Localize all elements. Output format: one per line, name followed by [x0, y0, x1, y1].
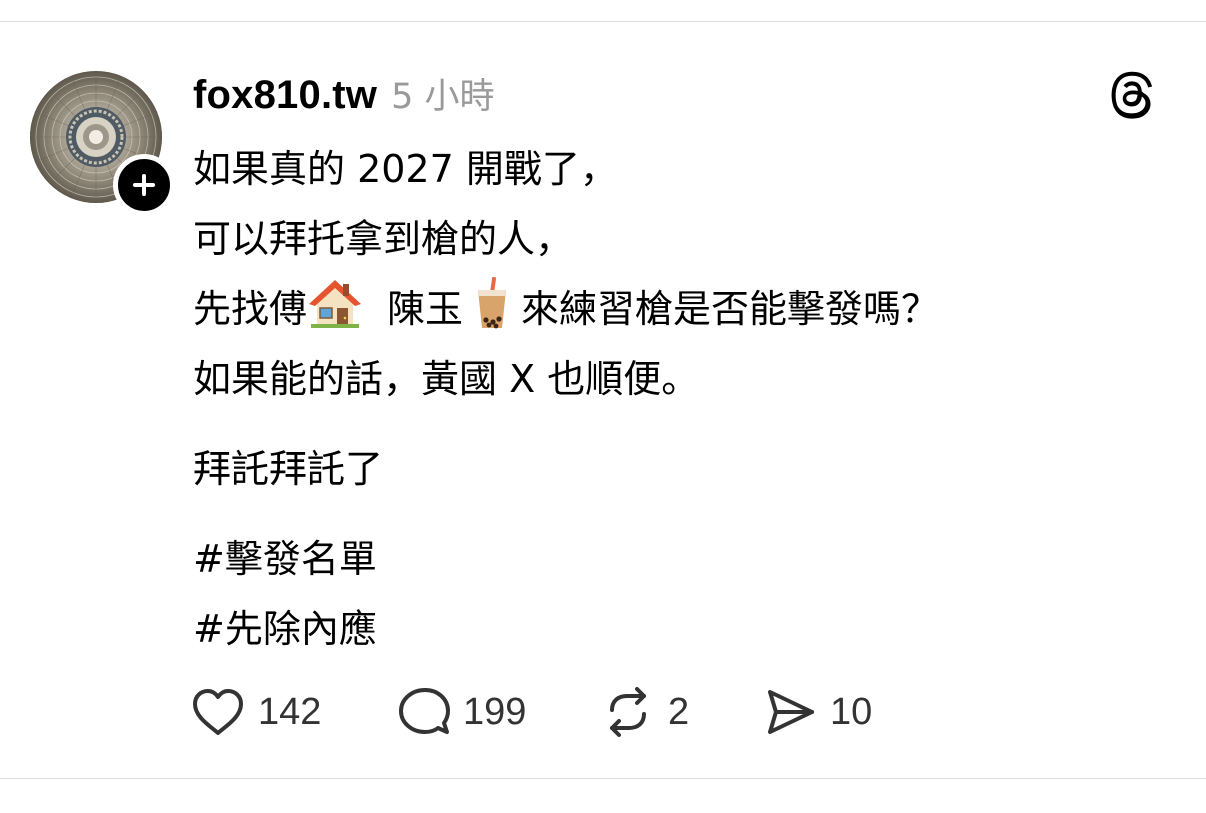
post-line-3-part-3: 來練習槍是否能擊發嗎？ — [521, 287, 940, 331]
post-line-3-part-2: 陳玉 — [387, 287, 464, 331]
reply-button[interactable]: 199 — [395, 686, 600, 738]
thread-post: fox810.tw 5 小時 如果真的 2027 開戰了， 可以拜托拿到槍的人，… — [0, 22, 1206, 778]
like-button[interactable]: 142 — [190, 686, 395, 738]
send-icon — [768, 690, 814, 734]
post-line-1: 如果真的 2027 開戰了， — [193, 147, 618, 191]
comment-bubble-icon — [399, 688, 450, 734]
repost-button[interactable]: 2 — [600, 686, 762, 738]
avatar-container[interactable] — [30, 71, 175, 216]
username-link[interactable]: fox810.tw — [193, 73, 377, 118]
hashtag-2[interactable]: #先除內應 — [193, 594, 1153, 664]
bottom-divider — [0, 778, 1206, 779]
follow-button[interactable] — [113, 154, 175, 216]
share-count: 10 — [830, 690, 873, 733]
bubble-tea-emoji — [478, 276, 507, 329]
post-line-5: 拜託拜託了 — [193, 447, 384, 491]
like-count: 142 — [258, 690, 322, 733]
repost-count: 2 — [668, 690, 690, 733]
house-emoji — [309, 280, 362, 328]
post-line-3-part-1: 先找傅 — [193, 287, 308, 331]
heart-icon — [193, 689, 243, 735]
post-timestamp: 5 小時 — [391, 77, 495, 117]
post-line-3: 先找傅 陳玉 來練習槍是否能擊發嗎？ — [193, 274, 1153, 344]
post-body: 如果真的 2027 開戰了， 可以拜托拿到槍的人， 先找傅 陳玉 來練習槍是否能… — [193, 134, 1153, 664]
share-button[interactable]: 10 — [762, 686, 902, 738]
post-actions: 142 199 2 10 — [190, 686, 902, 738]
repost-icon — [610, 687, 646, 737]
reply-count: 199 — [463, 690, 527, 733]
post-line-2: 可以拜托拿到槍的人， — [193, 217, 574, 261]
hashtag-1[interactable]: #擊發名單 — [193, 524, 1153, 594]
plus-icon — [133, 174, 155, 196]
post-header: fox810.tw 5 小時 — [193, 68, 495, 118]
post-line-4: 如果能的話，黃國 X 也順便。 — [193, 357, 700, 401]
threads-logo-icon[interactable] — [1108, 69, 1160, 121]
